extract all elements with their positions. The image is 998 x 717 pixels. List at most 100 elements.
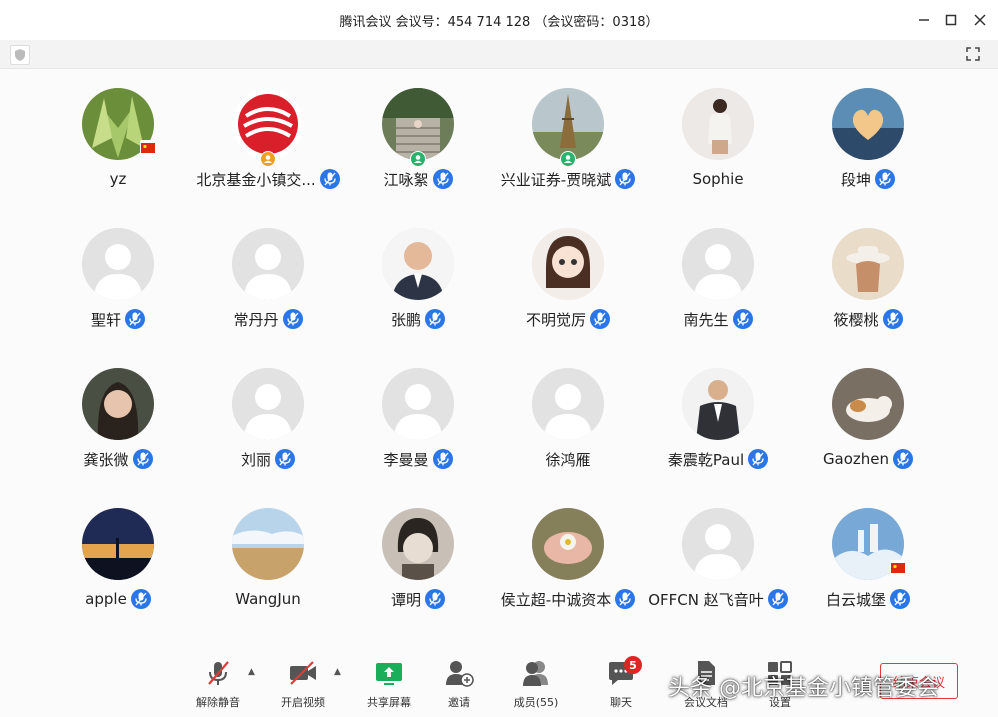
participant-name: 筱樱桃 [833, 310, 879, 329]
participant-tile[interactable]: apple [43, 508, 193, 628]
avatar [832, 88, 904, 160]
audio-options-chevron-icon[interactable]: ▲ [248, 667, 255, 677]
participant-name-row: yz [33, 168, 203, 190]
close-icon [974, 14, 986, 26]
avatar [232, 508, 304, 580]
mic-muted-icon [432, 169, 453, 189]
share-screen-icon [376, 663, 402, 685]
avatar [82, 368, 154, 440]
participant-tile[interactable]: WangJun [193, 508, 343, 628]
participant-tile[interactable]: 谭明 [343, 508, 493, 628]
minimize-icon [919, 19, 929, 21]
participant-name-row: 聖轩 [33, 308, 203, 330]
fullscreen-icon [966, 47, 980, 61]
participant-tile[interactable]: yz [43, 88, 193, 208]
participant-name: Gaozhen [822, 450, 890, 468]
participant-name: 张鹏 [390, 310, 421, 329]
avatar [82, 228, 154, 300]
avatar [682, 368, 754, 440]
share-screen-button[interactable]: 共享屏幕 [354, 658, 424, 714]
video-off-icon [290, 661, 316, 685]
participant-tile[interactable]: 不明觉厉 [493, 228, 643, 348]
mic-muted-icon [748, 449, 769, 469]
members-button[interactable]: 成员(55) [501, 658, 571, 714]
avatar [682, 228, 754, 300]
invite-button[interactable]: 邀请 [424, 658, 494, 714]
avatar [532, 368, 604, 440]
start-video-button[interactable]: 开启视频 [268, 658, 338, 714]
unmute-label: 解除静音 [196, 696, 240, 709]
participant-tile[interactable]: 白云城堡 [793, 508, 943, 628]
participant-tile[interactable]: 江咏絮 [343, 88, 493, 208]
participant-name: 不明觉厉 [525, 310, 586, 329]
members-icon [523, 661, 548, 686]
mic-muted-icon [425, 309, 445, 329]
participant-name-row: Sophie [633, 168, 803, 190]
host-icon [260, 151, 276, 167]
close-button[interactable] [968, 8, 992, 32]
add-person-icon [446, 661, 474, 687]
china-flag-icon [140, 140, 156, 156]
mic-muted-icon [893, 449, 914, 469]
participant-tile[interactable]: 聖轩 [43, 228, 193, 348]
mic-muted-icon [208, 661, 229, 685]
participant-tile[interactable]: 李曼曼 [343, 368, 493, 488]
participant-name: 侯立超-中诚资本 [500, 590, 612, 609]
window-title: 腾讯会议 会议号：454 714 128 （会议密码：0318） [339, 15, 659, 30]
avatar [232, 88, 304, 160]
participant-name: 刘丽 [240, 450, 271, 469]
mic-muted-icon [132, 449, 153, 469]
participant-name: 段坤 [840, 170, 871, 189]
cohost-icon [410, 151, 426, 167]
participant-tile[interactable]: 张鹏 [343, 228, 493, 348]
avatar [232, 368, 304, 440]
fullscreen-button[interactable] [964, 45, 982, 63]
participant-tile[interactable]: 兴业证券-贾晓斌 [493, 88, 643, 208]
participant-name: 兴业证券-贾晓斌 [500, 170, 612, 189]
minimize-button[interactable] [912, 8, 936, 32]
participant-name-row: 秦震乾Paul [633, 448, 803, 470]
participant-name: 龚张微 [83, 450, 129, 469]
participant-name-row: 李曼曼 [333, 448, 503, 470]
participant-tile[interactable]: 徐鸿雁 [493, 368, 643, 488]
participant-tile[interactable]: OFFCN 赵飞音叶 [643, 508, 793, 628]
participant-name-row: Gaozhen [783, 448, 953, 470]
avatar [832, 368, 904, 440]
participant-name-row: 不明觉厉 [483, 308, 653, 330]
participant-tile[interactable]: 龚张微 [43, 368, 193, 488]
participant-name-row: 江咏絮 [333, 168, 503, 190]
participant-tile[interactable]: 刘丽 [193, 368, 343, 488]
security-shield-icon[interactable] [10, 45, 30, 65]
members-label: 成员(55) [513, 696, 559, 709]
maximize-button[interactable] [939, 8, 963, 32]
participant-tile[interactable]: Sophie [643, 88, 793, 208]
participant-name: 李曼曼 [383, 450, 429, 469]
mic-muted-icon [282, 309, 303, 329]
participant-name-row: 北京基金小镇交... [183, 168, 353, 190]
meeting-toolbar: 解除静音 ▲ 开启视频 ▲ 共享屏幕 邀请 成员(55) 5 聊天 会议文档 设… [0, 650, 998, 717]
participant-tile[interactable]: 段坤 [793, 88, 943, 208]
participant-tile[interactable]: 常丹丹 [193, 228, 343, 348]
participant-tile[interactable]: 秦震乾Paul [643, 368, 793, 488]
chat-button[interactable]: 5 聊天 [586, 656, 656, 714]
participant-name: 徐鸿雁 [545, 450, 591, 469]
participant-name-row: apple [33, 588, 203, 610]
avatar [382, 508, 454, 580]
mic-muted-icon [125, 309, 145, 329]
video-options-chevron-icon[interactable]: ▲ [334, 667, 341, 677]
participant-name-row: 段坤 [783, 168, 953, 190]
participant-tile[interactable]: Gaozhen [793, 368, 943, 488]
chat-unread-badge: 5 [624, 656, 642, 674]
participant-name-row: 常丹丹 [183, 308, 353, 330]
participant-tile[interactable]: 北京基金小镇交... [193, 88, 343, 208]
avatar [532, 228, 604, 300]
participant-tile[interactable]: 侯立超-中诚资本 [493, 508, 643, 628]
participant-name-row: OFFCN 赵飞音叶 [633, 588, 803, 610]
participant-tile[interactable]: 筱樱桃 [793, 228, 943, 348]
unmute-button[interactable]: 解除静音 [183, 658, 253, 714]
participant-tile[interactable]: 南先生 [643, 228, 793, 348]
participant-name-row: 兴业证券-贾晓斌 [483, 168, 653, 190]
participant-name: 白云城堡 [825, 590, 886, 609]
mic-muted-icon [732, 309, 753, 329]
participant-name-row: 白云城堡 [783, 588, 953, 610]
